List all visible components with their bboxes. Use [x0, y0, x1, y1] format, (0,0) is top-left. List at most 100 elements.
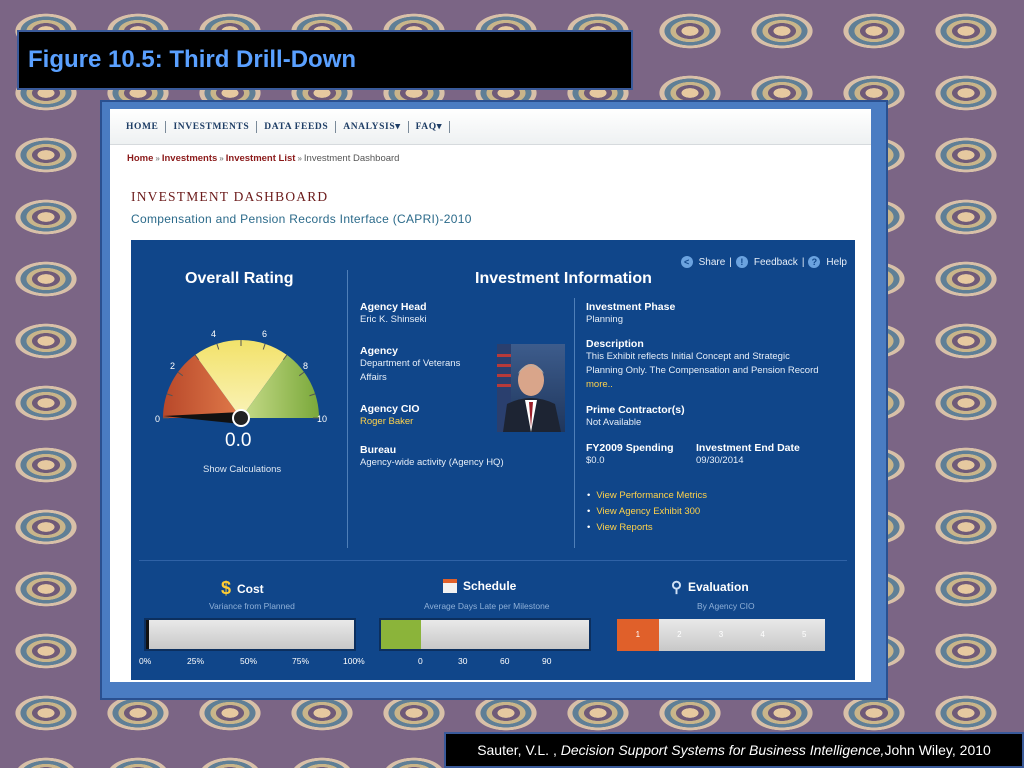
caption-publisher: John Wiley, 2010 — [884, 742, 991, 758]
breadcrumb-investments[interactable]: Investments — [162, 153, 217, 164]
prime-contractor-label: Prime Contractor(s) — [586, 404, 685, 416]
bureau-block: Bureau Agency-wide activity (Agency HQ) — [360, 444, 504, 470]
evaluation-scale: 1 2 3 4 5 — [617, 619, 825, 651]
description-label: Description — [586, 338, 644, 350]
cost-title: Cost — [237, 581, 264, 596]
caption-book: Decision Support Systems for Business In… — [560, 742, 885, 758]
agency-head-photo — [497, 344, 565, 432]
breadcrumb-separator: » — [297, 154, 302, 163]
caption-author: Sauter, V.L. , — [477, 742, 557, 758]
schedule-tick: 0 — [418, 656, 423, 666]
schedule-tick: 60 — [500, 656, 510, 666]
schedule-tick: 90 — [542, 656, 552, 666]
page-title: INVESTMENT DASHBOARD — [131, 189, 329, 204]
agency-cio-link[interactable]: Roger Baker — [360, 415, 420, 429]
chevron-down-icon: ▾ — [436, 121, 443, 132]
description-block: Description This Exhibit reflects Initia… — [586, 338, 846, 392]
column-divider — [347, 270, 348, 548]
schedule-title-row: Schedule — [443, 579, 516, 593]
show-calculations-link[interactable]: Show Calculations — [203, 464, 281, 475]
breadcrumb: Home» Investments» Investment List» Investm… — [127, 153, 399, 164]
evaluation-level: 2 — [677, 630, 682, 639]
investment-phase-label: Investment Phase — [586, 301, 676, 313]
schedule-subtitle: Average Days Late per Milestone — [424, 601, 550, 611]
overall-rating-title: Overall Rating — [185, 270, 294, 287]
breadcrumb-home[interactable]: Home — [127, 153, 153, 164]
cost-tick: 75% — [292, 656, 310, 666]
investment-info-title: Investment Information — [475, 270, 652, 287]
cost-tick: 25% — [187, 656, 205, 666]
agency-label: Agency — [360, 345, 398, 357]
breadcrumb-separator: » — [219, 154, 224, 163]
rating-gauge: 0 2 4 6 8 10 — [155, 329, 327, 427]
evaluation-title: Evaluation — [688, 580, 749, 594]
gauge-label-10: 10 — [317, 414, 327, 424]
agency-value-line1: Department of Veterans — [360, 358, 461, 369]
spending-label: FY2009 Spending — [586, 442, 674, 454]
gauge-label-4: 4 — [211, 329, 216, 339]
breadcrumb-current: Investment Dashboard — [303, 153, 400, 164]
view-performance-metrics-link[interactable]: View Performance Metrics — [587, 490, 707, 501]
toplinks-divider: | — [801, 256, 805, 268]
description-more-link[interactable]: more.. — [586, 378, 846, 392]
cost-tick: 0% — [139, 656, 152, 666]
dollar-icon: $ — [221, 578, 232, 598]
description-line1: This Exhibit reflects Initial Concept an… — [586, 351, 790, 362]
breadcrumb-separator: » — [155, 154, 160, 163]
schedule-bar-fill — [381, 620, 421, 649]
schedule-bar — [379, 618, 591, 651]
evaluation-subtitle: By Agency CIO — [697, 601, 755, 611]
end-date-label: Investment End Date — [696, 442, 800, 454]
nav-faq[interactable]: FAQ▾ — [409, 120, 451, 133]
help-icon: ? — [808, 256, 821, 268]
calendar-icon — [443, 579, 457, 593]
end-date-value: 09/30/2014 — [696, 455, 744, 466]
info-links: View Performance Metrics View Agency Exh… — [587, 490, 707, 533]
nav-data-feeds[interactable]: DATA FEEDS — [257, 120, 337, 133]
magnifier-icon: ⚲ — [671, 579, 682, 596]
dashboard-panel: < Share | ! Feedback | ? Help Overall Ra… — [131, 240, 855, 680]
agency-head-value: Eric K. Shinseki — [360, 314, 427, 325]
nav-investments[interactable]: INVESTMENTS — [166, 120, 258, 133]
end-date-block: Investment End Date 09/30/2014 — [696, 442, 800, 468]
agency-head-label: Agency Head — [360, 301, 427, 313]
nav-analysis-label: ANALYSIS — [343, 121, 396, 132]
cost-bar-fill — [146, 620, 149, 649]
schedule-title: Schedule — [463, 579, 517, 593]
breadcrumb-investment-list[interactable]: Investment List — [226, 153, 296, 164]
cost-tick: 50% — [240, 656, 258, 666]
evaluation-level: 5 — [801, 630, 807, 639]
gauge-label-6: 6 — [262, 329, 267, 339]
section-divider — [139, 560, 847, 561]
column-divider — [574, 298, 575, 548]
evaluation-level: 4 — [760, 630, 765, 639]
feedback-icon: ! — [735, 256, 748, 268]
phase-block: Investment Phase Planning — [586, 301, 675, 327]
schedule-tick: 30 — [458, 656, 468, 666]
share-link[interactable]: Share — [699, 257, 726, 268]
gauge-hub — [232, 409, 250, 427]
spending-value: $0.0 — [586, 455, 605, 466]
rating-value: 0.0 — [225, 430, 252, 451]
figure-title-box: Figure 10.5: Third Drill-Down — [17, 30, 633, 90]
gauge-label-2: 2 — [170, 361, 175, 371]
toplinks-divider: | — [729, 256, 732, 268]
figure-title: Figure 10.5: Third Drill-Down — [28, 46, 357, 73]
top-nav: HOME INVESTMENTS DATA FEEDS ANALYSIS▾ FA… — [110, 109, 871, 145]
agency-value-line2: Affairs — [360, 372, 387, 383]
view-reports-link[interactable]: View Reports — [587, 522, 707, 533]
chevron-down-icon: ▾ — [395, 121, 401, 132]
feedback-link[interactable]: Feedback — [754, 257, 798, 268]
nav-faq-label: FAQ — [415, 121, 437, 132]
agency-cio-block: Agency CIO Roger Baker — [360, 403, 420, 429]
help-link[interactable]: Help — [826, 257, 847, 268]
view-agency-exhibit-link[interactable]: View Agency Exhibit 300 — [587, 506, 707, 517]
spending-block: FY2009 Spending $0.0 — [586, 442, 674, 468]
nav-home[interactable]: HOME — [126, 120, 167, 133]
prime-contractor-value: Not Available — [586, 417, 642, 428]
web-page: HOME INVESTMENTS DATA FEEDS ANALYSIS▾ FA… — [110, 109, 871, 682]
share-icon: < — [680, 256, 693, 268]
evaluation-title-row: ⚲ Evaluation — [671, 578, 749, 596]
agency-head-block: Agency Head Eric K. Shinseki — [360, 301, 427, 327]
nav-analysis[interactable]: ANALYSIS▾ — [336, 120, 409, 133]
